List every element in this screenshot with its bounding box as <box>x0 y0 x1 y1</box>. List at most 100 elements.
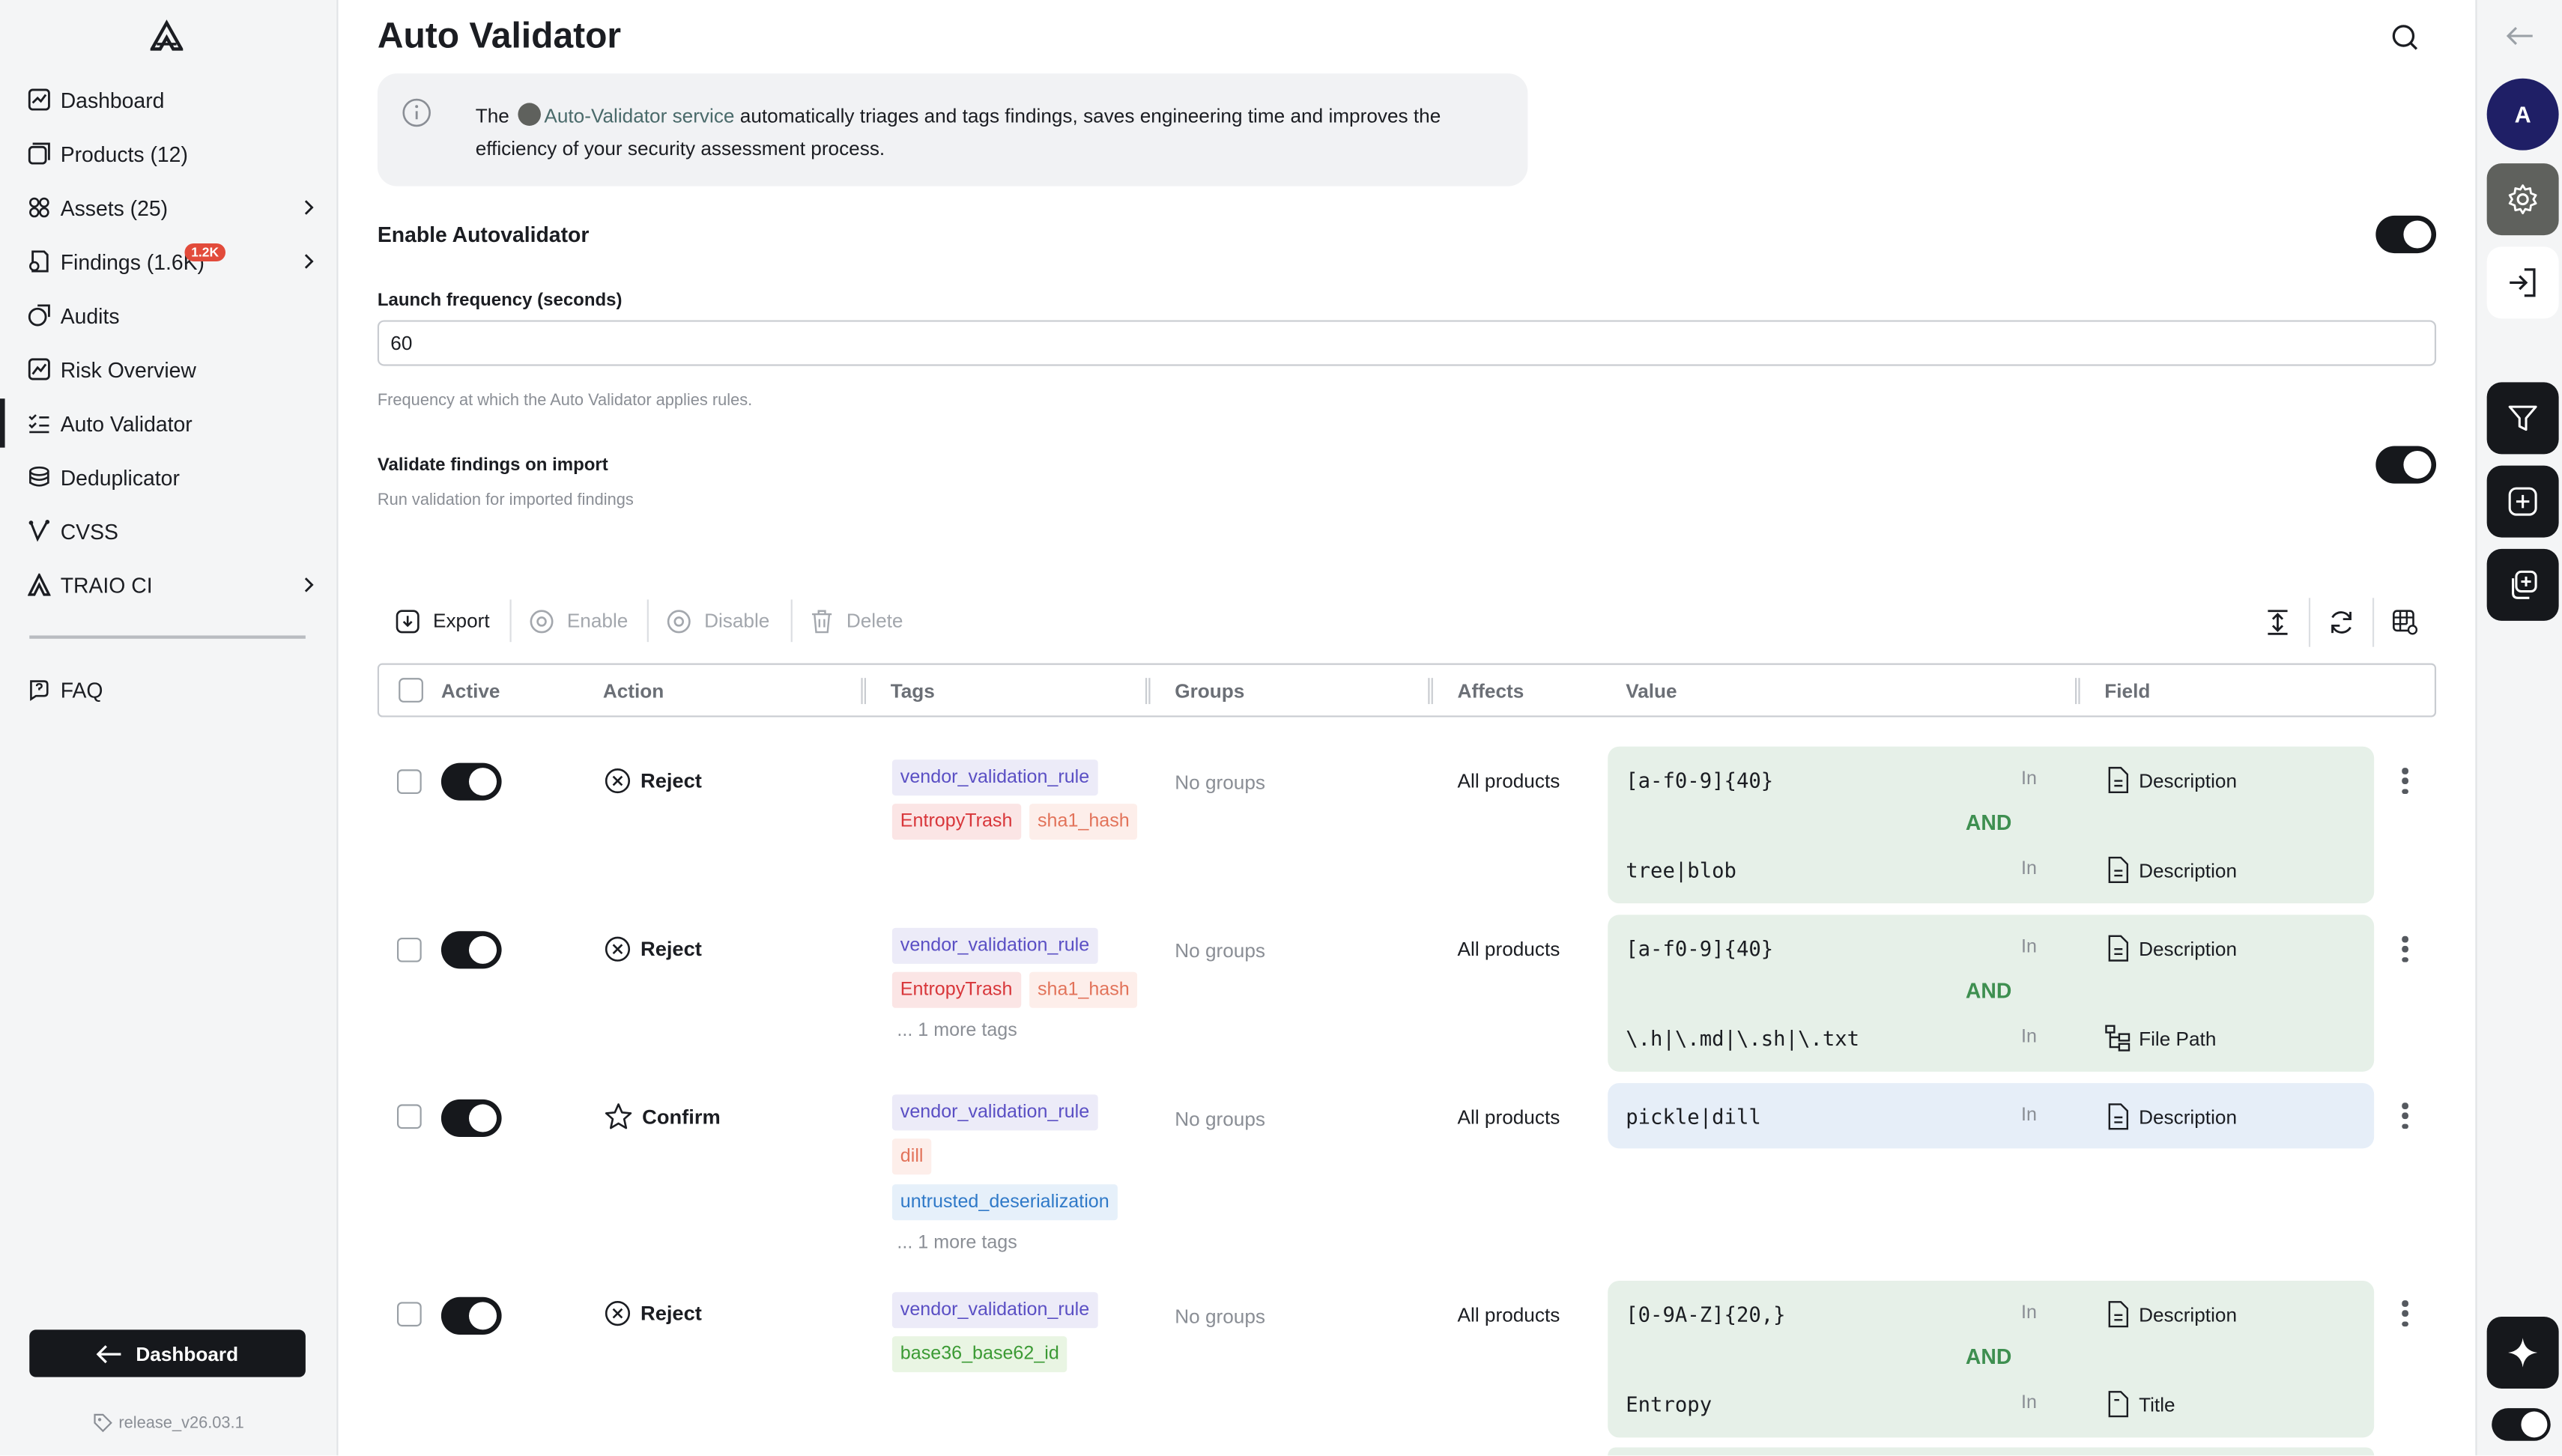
condition-group <box>1608 1447 2375 1456</box>
info-prefix: The <box>475 104 509 128</box>
condition-field-label: Description <box>2139 936 2238 960</box>
condition-operator: In <box>2021 1105 2037 1126</box>
tag-chip[interactable]: EntropyTrash <box>891 804 1021 840</box>
document-icon <box>2108 935 2129 962</box>
table-header: Active Action Tags Groups Affects Value … <box>377 663 2437 718</box>
release-version: release_v26.03.1 <box>0 1413 336 1433</box>
tag-chip[interactable]: EntropyTrash <box>891 971 1021 1008</box>
column-resize-handle[interactable] <box>1428 678 1433 705</box>
filter-button[interactable] <box>2486 382 2559 455</box>
add-button[interactable] <box>2486 465 2559 538</box>
sidebar-item-deduplicator[interactable]: Deduplicator <box>0 452 336 501</box>
action-label: Confirm <box>642 1105 721 1129</box>
row-active-toggle[interactable] <box>440 931 502 969</box>
column-header-action[interactable]: Action <box>603 679 664 703</box>
tag-chip[interactable]: dill <box>891 1138 932 1175</box>
back-to-dashboard-button[interactable]: Dashboard <box>29 1329 306 1377</box>
avatar[interactable]: A <box>2486 78 2559 151</box>
column-header-tags[interactable]: Tags <box>891 679 935 703</box>
chevron-right-icon <box>300 198 317 217</box>
sidebar-item-audits[interactable]: Audits <box>0 291 336 339</box>
groups-value: No groups <box>1175 1107 1266 1131</box>
theme-toggle[interactable] <box>2492 1408 2551 1441</box>
ai-assistant-button[interactable] <box>2486 1316 2559 1389</box>
disable-button[interactable]: Disable <box>667 599 769 642</box>
sidebar-item-products[interactable]: Products (12) <box>0 129 336 178</box>
enable-button[interactable]: Enable <box>530 599 628 642</box>
column-header-active[interactable]: Active <box>441 679 500 703</box>
affects-value: All products <box>1457 769 1560 792</box>
sidebar-item-auto-validator[interactable]: Auto Validator <box>0 398 336 448</box>
delete-button[interactable]: Delete <box>811 599 903 642</box>
refresh-button[interactable] <box>2310 598 2372 646</box>
row-select-checkbox[interactable] <box>397 769 422 795</box>
settings-button[interactable] <box>2486 163 2559 236</box>
column-header-affects[interactable]: Affects <box>1458 679 1524 703</box>
column-resize-handle[interactable] <box>2075 678 2080 705</box>
row-active-toggle[interactable] <box>440 762 502 801</box>
affects-value: All products <box>1457 1303 1560 1327</box>
action-reject: Reject <box>605 936 702 962</box>
sidebar-item-label: Products (12) <box>60 141 188 166</box>
tag-chip[interactable]: vendor_validation_rule <box>891 927 1098 964</box>
row-menu-icon[interactable] <box>2402 1300 2408 1327</box>
star-icon <box>605 1103 632 1129</box>
export-button[interactable]: Export <box>396 599 490 642</box>
validate-on-import-toggle[interactable] <box>2375 446 2437 484</box>
findings-icon <box>26 249 51 274</box>
column-resize-handle[interactable] <box>861 678 866 705</box>
row-active-toggle[interactable] <box>440 1099 502 1138</box>
row-menu-icon[interactable] <box>2402 1102 2408 1129</box>
row-active-toggle[interactable] <box>440 1296 502 1335</box>
tag-chip[interactable]: untrusted_deserialization <box>891 1184 1118 1221</box>
tag-chip[interactable]: base36_base62_id <box>891 1336 1068 1373</box>
sidebar-item-label: TRAIO CI <box>60 572 153 598</box>
toolbar-divider <box>509 599 512 643</box>
auto-validator-service-link[interactable]: Auto-Validator service <box>544 105 734 128</box>
more-tags-link[interactable]: ... 1 more tags <box>897 1234 1017 1253</box>
row-select-checkbox[interactable] <box>397 1104 422 1129</box>
column-resize-handle[interactable] <box>1145 678 1151 705</box>
collapse-arrow-icon[interactable] <box>2505 25 2534 55</box>
table-settings-button[interactable] <box>2374 598 2436 646</box>
column-header-value[interactable]: Value <box>1626 679 1677 703</box>
title-document-icon <box>2108 1391 2129 1418</box>
row-menu-icon[interactable] <box>2402 768 2408 795</box>
sidebar-item-dashboard[interactable]: Dashboard <box>0 75 336 124</box>
condition-value: tree|blob <box>1626 858 1736 882</box>
add-multiple-button[interactable] <box>2486 548 2559 621</box>
row-menu-icon[interactable] <box>2402 935 2408 962</box>
tag-chip[interactable]: sha1_hash <box>1029 971 1138 1008</box>
sidebar-item-risk-overview[interactable]: Risk Overview <box>0 345 336 393</box>
expand-rows-button[interactable] <box>2247 598 2309 646</box>
enable-autovalidator-toggle[interactable] <box>2375 215 2437 254</box>
condition-value: [a-f0-9]{40} <box>1626 935 1774 961</box>
search-icon[interactable] <box>2390 23 2420 52</box>
tag-chip[interactable]: vendor_validation_rule <box>891 1094 1098 1131</box>
row-select-checkbox[interactable] <box>397 937 422 962</box>
sidebar-item-traio-ci[interactable]: TRAIO CI <box>0 560 336 609</box>
traio-logo-icon[interactable] <box>149 19 184 52</box>
action-reject: Reject <box>605 768 702 794</box>
sidebar-item-assets[interactable]: Assets (25) <box>0 183 336 231</box>
sidebar-item-cvss[interactable]: CVSS <box>0 506 336 555</box>
more-tags-link[interactable]: ... 1 more tags <box>897 1021 1017 1040</box>
select-all-checkbox[interactable] <box>399 678 423 703</box>
login-button[interactable] <box>2486 246 2559 319</box>
column-header-field[interactable]: Field <box>2104 679 2150 703</box>
toolbar-divider <box>790 599 793 643</box>
condition-value: [a-f0-9]{40} <box>1626 768 1774 792</box>
column-header-groups[interactable]: Groups <box>1175 679 1244 703</box>
tag-chip[interactable]: vendor_validation_rule <box>891 1292 1098 1329</box>
sidebar-item-faq[interactable]: FAQ <box>0 665 336 714</box>
row-select-checkbox[interactable] <box>397 1302 422 1327</box>
document-icon <box>2108 856 2129 884</box>
launch-frequency-input[interactable]: 60 <box>377 320 2437 366</box>
reject-circle-icon <box>605 1301 631 1326</box>
condition-field: Description <box>2104 1300 2237 1328</box>
sidebar-item-findings[interactable]: Findings (1.6K) 1.2K <box>0 237 336 285</box>
tag-chip[interactable]: sha1_hash <box>1029 804 1138 840</box>
dashboard-icon <box>26 88 51 112</box>
tag-chip[interactable]: vendor_validation_rule <box>891 759 1098 796</box>
condition-field: Description <box>2104 856 2237 884</box>
